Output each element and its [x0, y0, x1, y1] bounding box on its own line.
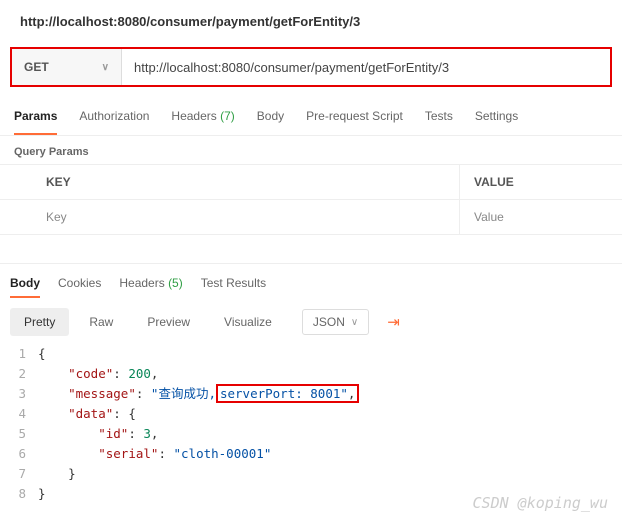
view-visualize[interactable]: Visualize — [210, 308, 286, 336]
request-tabs: Params Authorization Headers (7) Body Pr… — [0, 101, 622, 136]
tab-settings[interactable]: Settings — [475, 101, 518, 135]
table-header-row: KEY VALUE — [0, 165, 622, 200]
resp-headers-count: (5) — [168, 276, 183, 290]
tab-headers-count: (7) — [220, 109, 235, 123]
view-preview[interactable]: Preview — [133, 308, 204, 336]
data-id: 3 — [143, 426, 151, 441]
format-select[interactable]: JSON ∨ — [302, 309, 369, 335]
tab-authorization[interactable]: Authorization — [79, 101, 149, 135]
value-header: VALUE — [460, 165, 622, 199]
response-tabs: Body Cookies Headers (5) Test Results — [0, 263, 622, 308]
tab-params[interactable]: Params — [14, 101, 57, 135]
view-raw[interactable]: Raw — [75, 308, 127, 336]
query-params-title: Query Params — [0, 136, 622, 164]
msg-highlight: serverPort: 8001 — [220, 386, 340, 401]
chevron-down-icon: ∨ — [102, 62, 109, 73]
chevron-down-icon: ∨ — [351, 317, 358, 328]
query-params-table: KEY VALUE Key Value — [0, 164, 622, 235]
tab-tests[interactable]: Tests — [425, 101, 453, 135]
tab-headers[interactable]: Headers (7) — [171, 101, 234, 135]
value-input[interactable]: Value — [460, 200, 622, 234]
msg-prefix: 查询成功, — [158, 386, 216, 401]
resp-tab-headers[interactable]: Headers (5) — [119, 272, 182, 298]
method-label: GET — [24, 60, 49, 74]
resp-tab-body[interactable]: Body — [10, 272, 40, 298]
page-title: http://localhost:8080/consumer/payment/g… — [0, 0, 622, 47]
request-bar: GET ∨ http://localhost:8080/consumer/pay… — [10, 47, 612, 87]
url-input[interactable]: http://localhost:8080/consumer/payment/g… — [122, 49, 610, 85]
data-serial: cloth-00001 — [181, 446, 264, 461]
method-select[interactable]: GET ∨ — [12, 49, 122, 85]
code-value: 200 — [128, 366, 151, 381]
tab-headers-label: Headers — [171, 109, 216, 123]
view-bar: Pretty Raw Preview Visualize JSON ∨ ⇥ — [0, 308, 622, 344]
watermark: CSDN @koping_wu — [473, 494, 608, 512]
wrap-icon[interactable]: ⇥ — [379, 309, 408, 335]
resp-tab-testresults[interactable]: Test Results — [201, 272, 266, 298]
tab-body[interactable]: Body — [257, 101, 284, 135]
key-header: KEY — [0, 165, 460, 199]
resp-tab-cookies[interactable]: Cookies — [58, 272, 101, 298]
format-label: JSON — [313, 315, 345, 329]
table-row: Key Value — [0, 200, 622, 235]
tab-prerequest[interactable]: Pre-request Script — [306, 101, 403, 135]
response-body: 1{ 2 "code": 200, 3 "message": "查询成功,ser… — [0, 344, 622, 518]
view-pretty[interactable]: Pretty — [10, 308, 69, 336]
resp-headers-label: Headers — [119, 276, 164, 290]
key-input[interactable]: Key — [0, 200, 460, 234]
